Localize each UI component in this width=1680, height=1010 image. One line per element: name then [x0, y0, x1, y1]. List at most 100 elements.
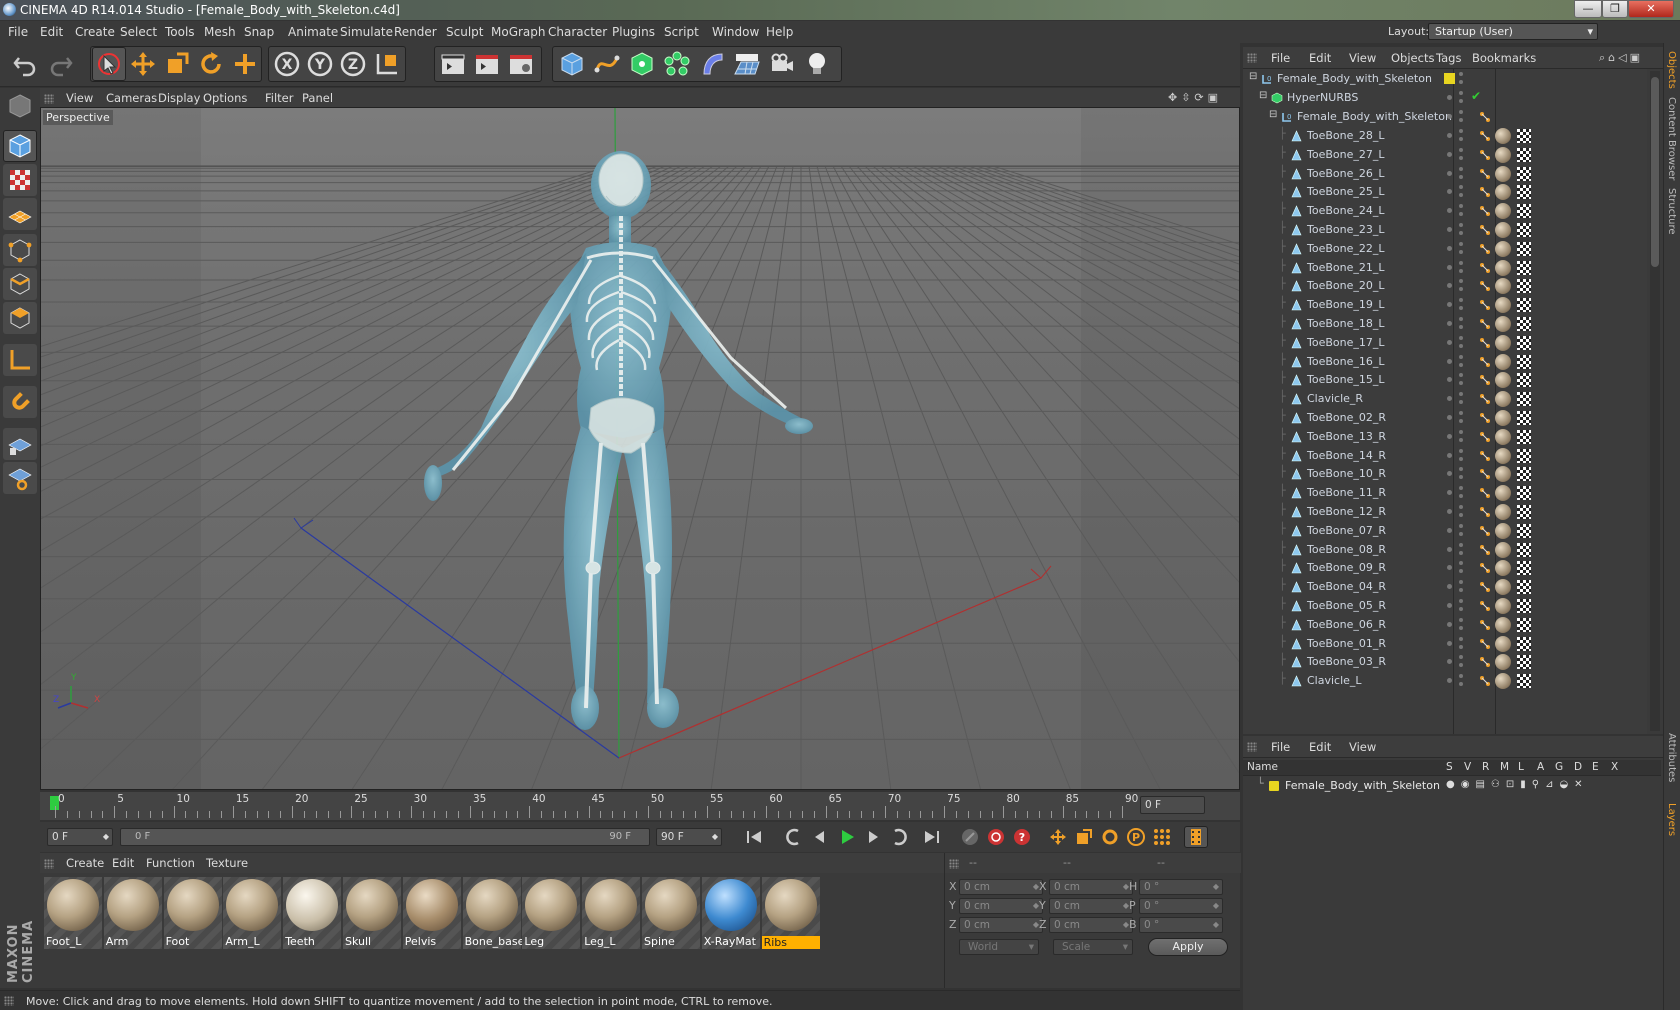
editor-visibility-dot[interactable] — [1447, 621, 1452, 627]
weight-tag-icon[interactable] — [1479, 356, 1491, 368]
coord-value-field[interactable]: 0 cm ◆ — [959, 917, 1043, 933]
render-visibility-dot[interactable] — [1459, 354, 1463, 359]
tree-item-bone[interactable]: ├ ToeBone_25_L — [1243, 182, 1647, 202]
render-visibility-dot[interactable] — [1459, 663, 1463, 668]
menu-plugins[interactable]: Plugins — [612, 25, 655, 39]
layer-column-a[interactable]: A — [1537, 761, 1544, 773]
tree-item-bone[interactable]: ├ ToeBone_11_R — [1243, 483, 1647, 503]
collapse-toggle-icon[interactable]: ⊟ — [1249, 71, 1257, 82]
editor-visibility-dot[interactable] — [1447, 640, 1452, 646]
previous-key-button[interactable] — [782, 826, 806, 848]
editor-visibility-dot[interactable] — [1447, 321, 1452, 326]
tree-item-bone[interactable]: ├ ToeBone_18_L — [1243, 314, 1647, 334]
editor-visibility-dot[interactable] — [1447, 114, 1452, 119]
maximize-button[interactable]: ❐ — [1602, 0, 1628, 18]
material-tag-icon[interactable] — [1495, 428, 1511, 445]
texture-tag-icon[interactable] — [1517, 599, 1531, 613]
tree-item-bone[interactable]: ├ ToeBone_23_L — [1243, 220, 1647, 240]
material-menu-function[interactable]: Function — [146, 856, 195, 870]
go-to-end-button[interactable] — [920, 826, 944, 848]
editor-visibility-dot[interactable] — [1447, 603, 1452, 608]
texture-tag-icon[interactable] — [1517, 166, 1531, 181]
editor-visibility-dot[interactable] — [1447, 189, 1452, 195]
object-menu-bookmarks[interactable]: Bookmarks — [1472, 51, 1536, 65]
viewport-menu-panel[interactable]: Panel — [302, 91, 333, 105]
render-visibility-dot[interactable] — [1459, 129, 1463, 133]
material-tag-icon[interactable] — [1495, 616, 1511, 633]
material-tag-icon[interactable] — [1495, 259, 1511, 276]
viewport-nav-icons[interactable]: ✥⇳⟳▣ — [1168, 91, 1232, 104]
material-tag-icon[interactable] — [1495, 391, 1511, 408]
texture-tag-icon[interactable] — [1517, 542, 1531, 557]
render-visibility-dot[interactable] — [1459, 531, 1463, 536]
coord-value-field[interactable]: 0 ° ◆ — [1139, 917, 1223, 933]
material-tag-icon[interactable] — [1495, 240, 1511, 257]
polygons-mode-button[interactable] — [3, 302, 37, 334]
material-swatch-pelvis[interactable]: Pelvis — [402, 877, 461, 949]
y-axis-lock-button[interactable]: Y — [303, 47, 337, 81]
material-swatch-arm-l[interactable]: Arm_L — [223, 877, 282, 949]
render-visibility-dot[interactable] — [1459, 249, 1463, 254]
weight-tag-icon[interactable] — [1479, 168, 1491, 180]
texture-tag-icon[interactable] — [1517, 185, 1531, 200]
render-visibility-dot[interactable] — [1459, 467, 1463, 472]
collapse-toggle-icon[interactable]: ⊟ — [1269, 109, 1277, 120]
weight-tag-icon[interactable] — [1479, 337, 1491, 349]
tree-item-bone[interactable]: ├ ToeBone_09_R — [1243, 558, 1647, 578]
timeline-ruler[interactable]: 0 F 0 5 10 15 20 25 30 35 40 45 50 55 60 65 70 75 80 85 90 — [40, 792, 1240, 820]
record-rotation-button[interactable] — [1098, 826, 1122, 848]
record-active-objects-button[interactable] — [958, 826, 982, 848]
render-visibility-dot[interactable] — [1459, 400, 1463, 405]
object-manager-toolbar-icons[interactable]: ⌕⌂◁▣ — [1599, 51, 1643, 65]
weight-tag-icon[interactable] — [1479, 318, 1491, 330]
tree-item-body-mesh[interactable]: ⊟ 0 Female_Body_with_Skeleton — [1243, 107, 1647, 127]
drag-grip-icon[interactable] — [44, 859, 54, 869]
material-tag-icon[interactable] — [1495, 316, 1511, 332]
weight-tag-icon[interactable] — [1479, 638, 1491, 650]
add-tool-button[interactable] — [228, 47, 262, 81]
menu-mesh[interactable]: Mesh — [204, 25, 236, 39]
texture-tag-icon[interactable] — [1517, 429, 1531, 444]
render-visibility-dot[interactable] — [1459, 335, 1463, 340]
menu-edit[interactable]: Edit — [40, 25, 63, 39]
collapse-toggle-icon[interactable]: ⊟ — [1259, 90, 1267, 101]
texture-tag-icon[interactable] — [1517, 298, 1531, 313]
tree-item-bone[interactable]: ├ Clavicle_L — [1243, 671, 1647, 691]
texture-tag-icon[interactable] — [1517, 523, 1531, 538]
texture-tag-icon[interactable] — [1517, 373, 1531, 388]
material-swatch-foot[interactable]: Foot — [163, 877, 222, 949]
editor-visibility-dot[interactable] — [1447, 151, 1452, 157]
object-menu-file[interactable]: File — [1271, 51, 1290, 65]
tab-content-browser[interactable]: Content Browser — [1666, 97, 1677, 180]
material-tag-icon[interactable] — [1495, 485, 1511, 502]
texture-tag-icon[interactable] — [1517, 411, 1531, 425]
menu-render[interactable]: Render — [394, 25, 437, 39]
workplane-mode-button[interactable] — [3, 198, 37, 230]
editor-visibility-dot[interactable] — [1447, 659, 1452, 665]
texture-tag-icon[interactable] — [1517, 223, 1531, 237]
render-visibility-dot[interactable] — [1459, 147, 1463, 152]
tree-item-bone[interactable]: ├ ToeBone_07_R — [1243, 521, 1647, 541]
menu-create[interactable]: Create — [75, 25, 115, 39]
tree-item-bone[interactable]: ├ ToeBone_04_R — [1243, 577, 1647, 597]
render-visibility-dot[interactable] — [1459, 523, 1463, 528]
render-visibility-dot[interactable] — [1459, 655, 1463, 660]
drag-grip-icon[interactable] — [949, 859, 959, 869]
material-menu-create[interactable]: Create — [66, 856, 104, 870]
material-swatch-leg-l[interactable]: Leg_L — [582, 877, 641, 949]
material-tag-icon[interactable] — [1495, 184, 1511, 201]
render-visibility-dot[interactable] — [1459, 456, 1463, 461]
material-menu-edit[interactable]: Edit — [112, 856, 134, 870]
material-tag-icon[interactable] — [1495, 146, 1511, 163]
render-visibility-dot[interactable] — [1459, 644, 1463, 649]
render-visibility-dot[interactable] — [1459, 505, 1463, 509]
material-swatch-foot-l[interactable]: Foot_L — [44, 877, 102, 949]
editor-visibility-dot[interactable] — [1447, 490, 1452, 496]
add-camera-button[interactable] — [765, 47, 799, 81]
editor-visibility-dot[interactable] — [1447, 433, 1452, 439]
layer-column-r[interactable]: R — [1482, 761, 1489, 773]
render-visibility-dot[interactable] — [1459, 607, 1463, 611]
editor-visibility-dot[interactable] — [1447, 546, 1452, 552]
weight-tag-icon[interactable] — [1479, 186, 1491, 198]
coord-value-field[interactable]: 0 cm ◆ — [1049, 898, 1133, 914]
